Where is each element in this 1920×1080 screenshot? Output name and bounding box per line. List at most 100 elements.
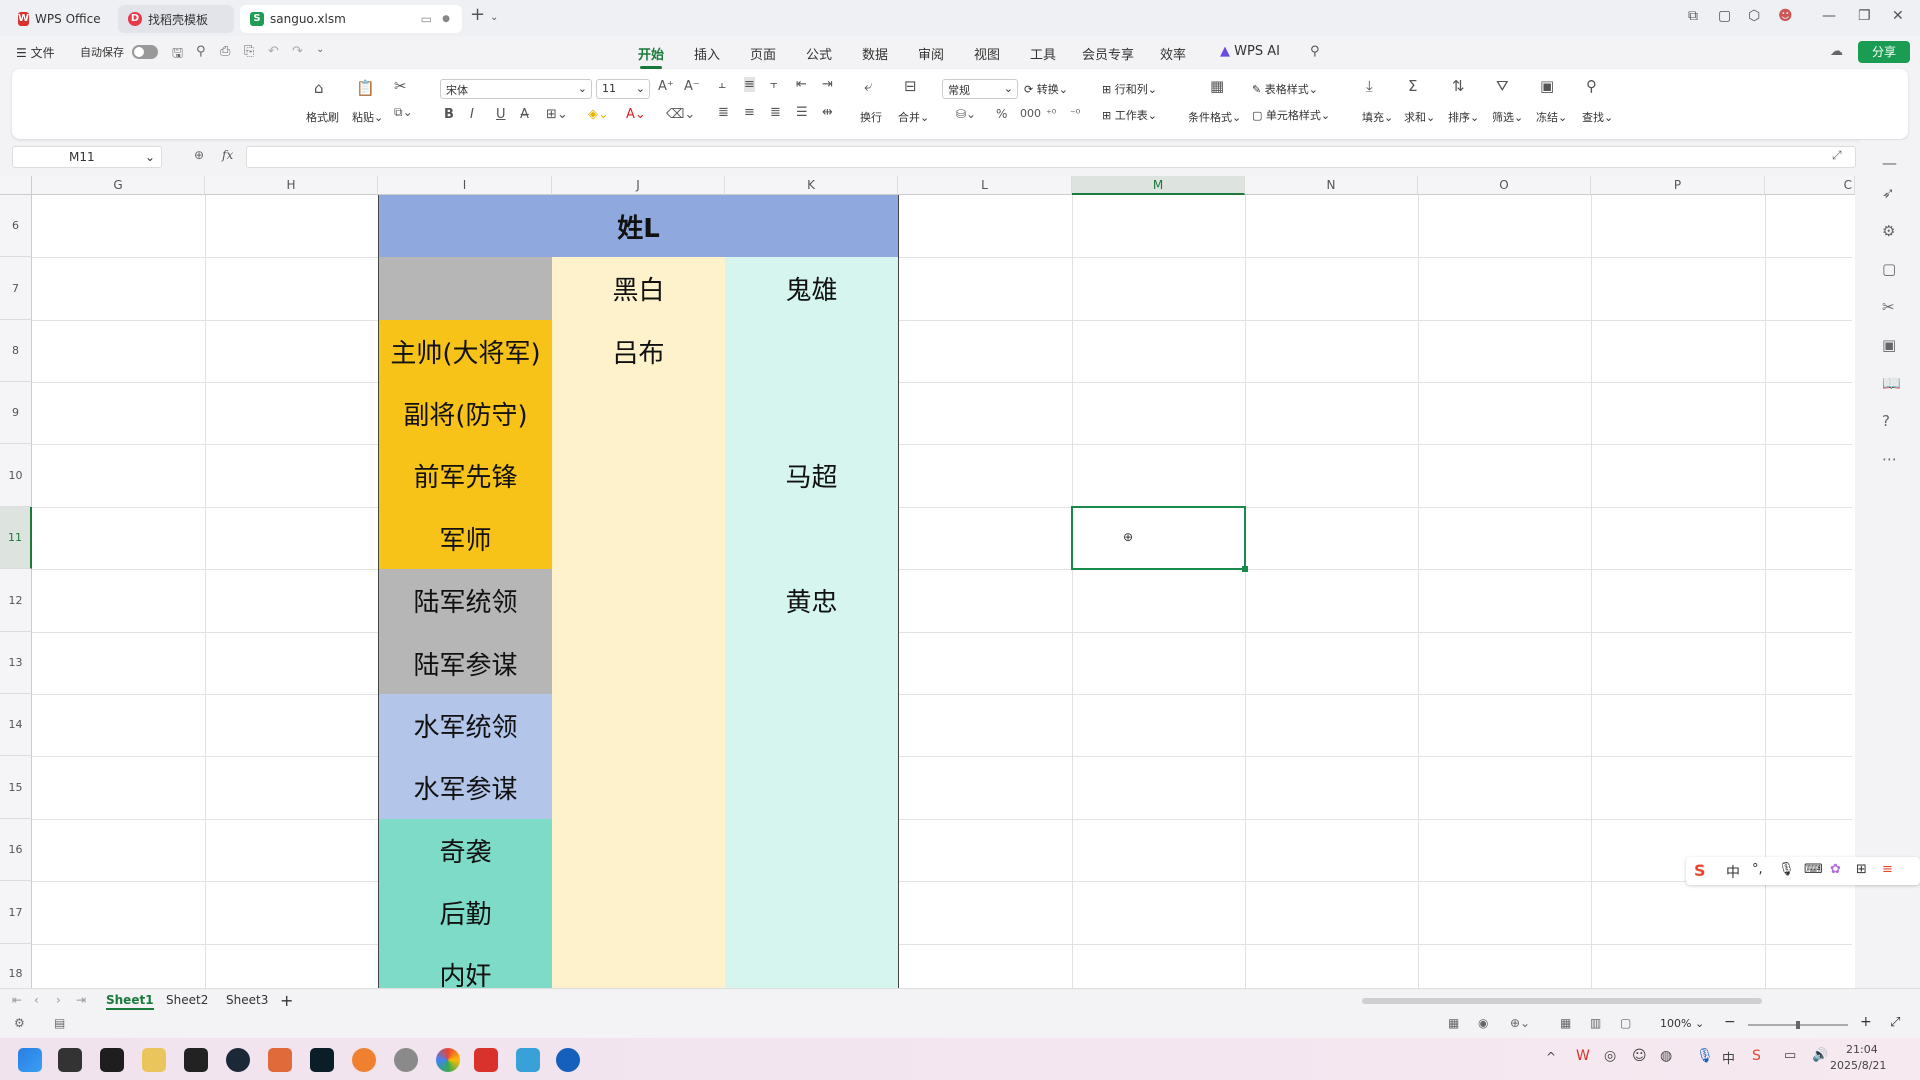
network-icon[interactable]: ▭ — [1784, 1048, 1796, 1063]
find-button[interactable]: 查找⌄ — [1582, 109, 1613, 125]
clear-format-icon[interactable]: ⌫⌄ — [666, 107, 695, 122]
save-icon[interactable]: 🖫 — [172, 44, 183, 66]
guixiong-cell[interactable]: 马超 — [725, 444, 899, 508]
row-header[interactable]: 6 — [0, 195, 32, 257]
cloud-docs-icon[interactable]: ⧉ — [1688, 8, 1698, 24]
indent-decrease-icon[interactable]: ⇤ — [796, 77, 807, 92]
avatar[interactable]: ☻ — [1778, 8, 1793, 24]
table-title[interactable]: 姓L — [378, 195, 899, 258]
tab-formula[interactable]: 公式 — [806, 44, 832, 63]
heibai-cell[interactable] — [552, 444, 726, 508]
selected-cell-m11[interactable]: ⊕ — [1071, 506, 1248, 572]
thousands-icon[interactable]: 000 — [1020, 107, 1041, 120]
decimal-decrease-icon[interactable]: ⁻⁰ — [1070, 107, 1080, 120]
normal-view-icon[interactable]: ▦ — [1560, 1016, 1571, 1030]
table-header-guixiong[interactable]: 鬼雄 — [725, 257, 899, 321]
expand-formula-icon[interactable]: ⤢ — [1832, 148, 1842, 163]
font-grow-icon[interactable]: A⁺ — [658, 79, 674, 94]
read-mode-icon[interactable]: ▦ — [1448, 1016, 1459, 1030]
table-style-button[interactable]: ✎ 表格样式⌄ — [1252, 81, 1318, 97]
k-app-icon[interactable] — [556, 1048, 580, 1072]
role-cell[interactable]: 水军参谋 — [378, 756, 553, 820]
guixiong-cell[interactable] — [725, 756, 899, 820]
more-icon[interactable]: ⋯ — [1882, 450, 1897, 468]
skin-icon[interactable]: ✿ — [1830, 862, 1841, 877]
ime-menu-icon[interactable]: ≡ — [1882, 862, 1893, 877]
role-cell[interactable]: 水军统领 — [378, 694, 553, 757]
row-header[interactable]: 7 — [0, 257, 32, 320]
windows-start-icon[interactable] — [18, 1048, 42, 1072]
zoom-formula-icon[interactable]: ⊕ — [194, 148, 204, 162]
tray-wps-icon[interactable]: W — [1576, 1048, 1590, 1064]
cell-style-button[interactable]: ▢ 单元格样式⌄ — [1252, 107, 1330, 123]
task-view-icon[interactable] — [58, 1048, 82, 1072]
heibai-cell[interactable]: 吕布 — [552, 320, 726, 383]
quick-access-chevron-icon[interactable]: ⌄ — [316, 44, 324, 55]
sort-button[interactable]: 排序⌄ — [1448, 109, 1479, 125]
col-header-partial[interactable]: C — [1765, 176, 1855, 195]
tab-sanguo[interactable]: S sanguo.xlsm ▭ ● — [240, 5, 462, 33]
tray-mic-icon[interactable]: 🎙 — [1696, 1048, 1714, 1064]
tray-steam-icon[interactable]: ◍ — [1660, 1048, 1672, 1064]
clock-date[interactable]: 2025/8/21 — [1830, 1059, 1886, 1072]
keyboard-icon[interactable]: ⌨ — [1804, 862, 1823, 877]
tab-data[interactable]: 数据 — [862, 44, 888, 63]
row-header[interactable]: 17 — [0, 881, 32, 944]
sheet-tab-2[interactable]: Sheet2 — [166, 993, 208, 1007]
tray-game-icon[interactable]: ☺ — [1632, 1048, 1647, 1064]
align-left-icon[interactable]: ≣ — [718, 105, 729, 120]
font-shrink-icon[interactable]: A⁻ — [684, 79, 700, 94]
sheet-tab-3[interactable]: Sheet3 — [226, 993, 268, 1007]
tab-docer[interactable]: D 找稻壳模板 — [118, 5, 234, 33]
ime-mode-button[interactable]: 中 — [1726, 862, 1740, 882]
row-header[interactable]: 18 — [0, 944, 32, 988]
cube-icon[interactable]: ⬡ — [1748, 8, 1760, 24]
horizontal-scroll-thumb[interactable] — [1362, 998, 1762, 1004]
file-menu[interactable]: ☰ 文件 — [16, 44, 55, 61]
image-icon[interactable]: ▣ — [1882, 336, 1896, 354]
toolbox-icon[interactable]: ⊞ — [1856, 862, 1867, 877]
align-top-icon[interactable]: ⫠ — [718, 77, 726, 92]
clock-time[interactable]: 21:04 — [1846, 1043, 1878, 1056]
undo-icon[interactable]: ↶ — [268, 44, 279, 59]
worksheet-button[interactable]: ⊞ 工作表⌄ — [1102, 107, 1157, 123]
tab-page[interactable]: 页面 — [750, 44, 776, 63]
row-header[interactable]: 12 — [0, 569, 32, 632]
number-format-select[interactable]: 常规 ⌄ — [942, 79, 1018, 99]
microphone-icon[interactable]: 🎙 — [1778, 862, 1795, 877]
role-cell[interactable]: 陆军参谋 — [378, 632, 553, 695]
pycharm-icon[interactable] — [184, 1048, 208, 1072]
name-box[interactable]: M11 ⌄ — [12, 146, 162, 168]
tab-list-chevron-icon[interactable]: ⌄ — [490, 12, 498, 23]
last-sheet-icon[interactable]: ⇥ — [76, 993, 86, 1007]
role-cell[interactable]: 前军先锋 — [378, 444, 553, 508]
fill-handle[interactable] — [1242, 566, 1248, 572]
heibai-cell[interactable] — [552, 632, 726, 695]
new-tab-icon[interactable]: + — [470, 4, 485, 25]
editor-app-icon[interactable] — [310, 1048, 334, 1072]
tray-expand-icon[interactable]: ^ — [1546, 1050, 1556, 1064]
tray-sogou-icon[interactable]: S — [1752, 1048, 1761, 1064]
row-header[interactable]: 9 — [0, 382, 32, 444]
role-cell[interactable]: 后勤 — [378, 881, 553, 945]
guixiong-cell[interactable] — [725, 382, 899, 445]
sheet-info-icon[interactable]: ▤ — [54, 1016, 65, 1030]
row-header[interactable]: 14 — [0, 694, 32, 756]
tab-wps-ai[interactable]: ▲ WPS AI — [1220, 44, 1280, 59]
sheet-tab-1[interactable]: Sheet1 — [106, 993, 154, 1010]
convert-button[interactable]: ⟳ 转换⌄ — [1024, 81, 1068, 97]
heibai-cell[interactable] — [552, 819, 726, 882]
heibai-cell[interactable] — [552, 694, 726, 757]
print-preview-icon[interactable]: ⎘ — [244, 44, 254, 59]
font-name-select[interactable]: 宋体 ⌄ — [440, 79, 592, 99]
tools-icon[interactable]: ✂ — [1882, 298, 1895, 316]
table-header-corner[interactable] — [378, 257, 553, 321]
settings-app-icon[interactable] — [394, 1048, 418, 1072]
macro-icon[interactable]: ⚙ — [14, 1016, 25, 1030]
col-header-n[interactable]: N — [1245, 176, 1418, 195]
fx-button[interactable]: fx — [222, 148, 233, 162]
close-icon[interactable]: ✕ — [1892, 8, 1904, 24]
cloud-sync-icon[interactable]: ☁ — [1830, 44, 1843, 59]
adjust-icon[interactable]: ⚙ — [1882, 222, 1895, 240]
share-link-icon[interactable]: ⚲ — [196, 44, 206, 59]
